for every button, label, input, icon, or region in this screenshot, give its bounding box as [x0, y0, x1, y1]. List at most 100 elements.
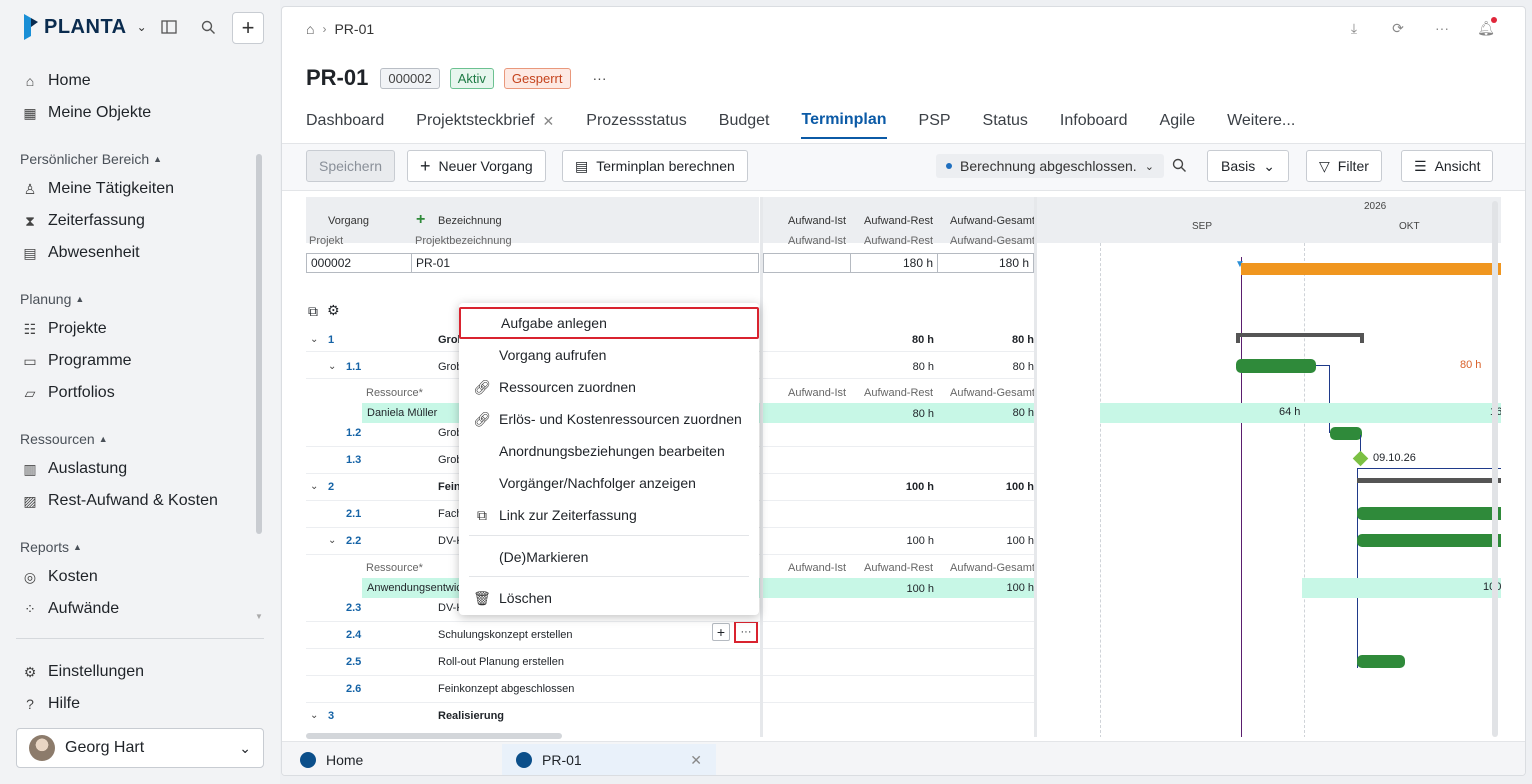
more-icon[interactable]: ··· — [1433, 19, 1451, 37]
search-icon[interactable] — [197, 16, 219, 38]
task-bar[interactable] — [1236, 359, 1316, 373]
bottom-tab-home[interactable]: Home — [286, 744, 377, 775]
sidebar-item-programme[interactable]: ▭ Programme — [22, 349, 131, 373]
col-header-gesamt[interactable]: Aufwand-Gesamt — [950, 215, 1035, 227]
basis-dropdown[interactable]: Basis ⌄ — [1207, 150, 1289, 182]
table-row[interactable]: ⌄ 3 Realisierung — [306, 705, 1036, 731]
tab-infoboard[interactable]: Infoboard — [1060, 111, 1128, 139]
sidebar-item-kosten[interactable]: ◎ Kosten — [22, 565, 98, 589]
tab-prozessstatus[interactable]: Prozessstatus — [586, 111, 686, 139]
sidebar-item-hilfe[interactable]: ? Hilfe — [22, 692, 80, 716]
tab-terminplan[interactable]: Terminplan — [801, 111, 887, 139]
new-task-button[interactable]: + Neuer Vorgang — [407, 150, 546, 182]
sidebar-item-meine-objekte[interactable]: ▦ Meine Objekte — [22, 101, 151, 125]
project-gesamt-field[interactable]: 180 h — [937, 253, 1034, 273]
scroll-down-icon[interactable]: ▼ — [255, 612, 263, 621]
table-row[interactable]: 2.6 Feinkonzept abgeschlossen — [306, 678, 1036, 704]
calc-status[interactable]: Berechnung abgeschlossen. ⌄ — [936, 154, 1164, 178]
section-planung[interactable]: Planung ▲ — [20, 291, 84, 307]
tab-projektsteckbrief[interactable]: Projektsteckbrief ✕ — [416, 111, 554, 139]
menu-item-markieren[interactable]: (De)Markieren — [459, 541, 759, 573]
project-rest-field[interactable]: 180 h — [850, 253, 938, 273]
sidebar-item-zeiterfassung[interactable]: ⧗ Zeiterfassung — [22, 209, 145, 233]
gantt-scrollbar[interactable] — [1492, 201, 1498, 737]
task-bar[interactable] — [1357, 655, 1405, 668]
summary-bar[interactable] — [1236, 333, 1364, 337]
menu-item-anordnung[interactable]: Anordnungsbeziehungen bearbeiten — [459, 435, 759, 467]
task-bar[interactable] — [1330, 427, 1362, 440]
tab-status[interactable]: Status — [983, 111, 1028, 139]
tab-weitere[interactable]: Weitere... — [1227, 111, 1295, 139]
menu-item-aufgabe-anlegen[interactable]: Aufgabe anlegen — [459, 307, 759, 339]
planta-logo[interactable]: PLANTA ⌄ — [22, 14, 147, 40]
bell-icon[interactable]: 🔔︎ — [1477, 17, 1497, 37]
filter-button[interactable]: ▽ Filter — [1306, 150, 1382, 182]
add-button[interactable]: + — [232, 12, 264, 44]
sidebar-item-rest-aufwand[interactable]: ▨ Rest-Aufwand & Kosten — [22, 489, 218, 513]
more-button[interactable]: ··· — [593, 70, 607, 86]
menu-item-erloes-kosten[interactable]: 🔗︎ Erlös- und Kostenressourcen zuordnen — [459, 403, 759, 435]
col-header-rest[interactable]: Aufwand-Rest — [864, 215, 933, 227]
search-icon[interactable] — [1172, 158, 1187, 176]
menu-item-vorgaenger[interactable]: Vorgänger/Nachfolger anzeigen — [459, 467, 759, 499]
column-splitter[interactable] — [760, 197, 763, 737]
download-icon[interactable]: ⤓ — [1345, 19, 1363, 37]
sidebar-toggle-icon[interactable] — [158, 16, 180, 38]
tab-agile[interactable]: Agile — [1160, 111, 1196, 139]
view-button[interactable]: ☰ Ansicht — [1401, 150, 1494, 182]
col-header-bezeichnung[interactable]: Bezeichnung — [438, 215, 502, 227]
user-menu[interactable]: Georg Hart ⌄ — [16, 728, 264, 768]
sidebar-item-taetigkeiten[interactable]: ♙ Meine Tätigkeiten — [22, 177, 174, 201]
menu-item-ressourcen-zuordnen[interactable]: 🔗︎ Ressourcen zuordnen — [459, 371, 759, 403]
gear-icon[interactable]: ⚙ — [327, 302, 340, 319]
tab-budget[interactable]: Budget — [719, 111, 770, 139]
tab-dashboard[interactable]: Dashboard — [306, 111, 384, 139]
section-ressourcen[interactable]: Ressourcen ▲ — [20, 431, 108, 447]
project-name-field[interactable]: PR-01 — [411, 253, 759, 273]
sidebar-item-projekte[interactable]: ☷ Projekte — [22, 317, 107, 341]
chevron-down-icon[interactable]: ⌄ — [310, 710, 318, 721]
chevron-down-icon[interactable]: ⌄ — [328, 361, 336, 372]
project-ist-field[interactable] — [763, 253, 851, 273]
copy-icon[interactable]: ⧉ — [308, 303, 318, 320]
bottom-tab-pr01[interactable]: PR-01 ✕ — [502, 744, 716, 775]
sidebar-scrollbar[interactable] — [256, 154, 262, 534]
calc-schedule-button[interactable]: ▤ Terminplan berechnen — [562, 150, 748, 182]
save-button[interactable]: Speichern — [306, 150, 396, 182]
col-header-vorgang[interactable]: Vorgang — [328, 215, 369, 227]
sidebar-item-auslastung[interactable]: ▥ Auslastung — [22, 457, 127, 481]
resource-bar[interactable] — [1302, 578, 1501, 598]
task-bar[interactable] — [1357, 507, 1501, 520]
home-icon[interactable]: ⌂ — [306, 21, 314, 37]
summary-bar[interactable] — [1357, 478, 1501, 483]
refresh-icon[interactable]: ⟳ — [1389, 19, 1407, 37]
resource-bar[interactable] — [1100, 403, 1501, 423]
menu-item-vorgang-aufrufen[interactable]: Vorgang aufrufen — [459, 339, 759, 371]
add-row-icon[interactable]: + — [416, 211, 425, 229]
chevron-down-icon[interactable]: ⌄ — [310, 334, 318, 345]
task-bar[interactable] — [1357, 534, 1501, 547]
menu-item-link-zeiterfassung[interactable]: ⧉ Link zur Zeiterfassung — [459, 499, 759, 531]
col-header-ist[interactable]: Aufwand-Ist — [788, 215, 846, 227]
sidebar-item-portfolios[interactable]: ▱ Portfolios — [22, 381, 115, 405]
sidebar-item-einstellungen[interactable]: ⚙ Einstellungen — [22, 660, 144, 684]
menu-item-loeschen[interactable]: 🗑︎ Löschen — [459, 582, 759, 614]
project-bar[interactable] — [1241, 263, 1501, 275]
close-icon[interactable]: ✕ — [690, 752, 702, 769]
sidebar-item-abwesenheit[interactable]: ▤ Abwesenheit — [22, 241, 139, 265]
sidebar-item-aufwaende[interactable]: ⁘ Aufwände — [22, 597, 119, 621]
add-subtask-button[interactable]: + — [712, 623, 730, 641]
tab-psp[interactable]: PSP — [919, 111, 951, 139]
project-id-field[interactable]: 000002 — [306, 253, 412, 273]
milestone-diamond[interactable] — [1352, 450, 1369, 467]
close-icon[interactable]: ✕ — [543, 113, 555, 130]
table-row[interactable]: 2.4 Schulungskonzept erstellen + ··· — [306, 621, 1036, 650]
chevron-down-icon[interactable]: ⌄ — [137, 20, 147, 34]
chevron-down-icon[interactable]: ⌄ — [328, 535, 336, 546]
chevron-down-icon[interactable]: ⌄ — [310, 481, 318, 492]
breadcrumb-item[interactable]: PR-01 — [334, 21, 374, 37]
sidebar-item-home[interactable]: ⌂ Home — [22, 69, 91, 93]
section-persoenlich[interactable]: Persönlicher Bereich ▲ — [20, 151, 162, 167]
horizontal-scrollbar[interactable] — [306, 733, 562, 739]
row-menu-button[interactable]: ··· — [734, 621, 758, 643]
